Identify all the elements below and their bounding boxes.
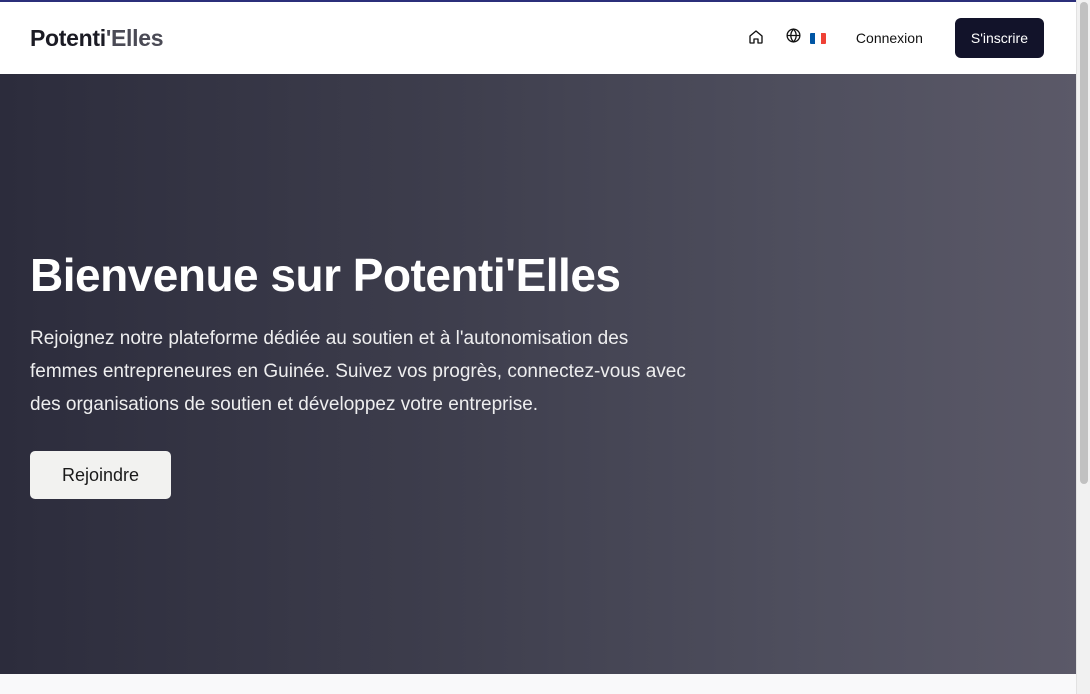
france-flag-icon	[809, 32, 826, 44]
language-selector[interactable]	[785, 27, 826, 49]
logo-part-2: 'Elles	[105, 24, 164, 51]
header-nav: Connexion S'inscrire	[741, 18, 1044, 58]
hero-content: Bienvenue sur Potenti'Elles Rejoignez no…	[30, 248, 690, 499]
next-section-edge	[0, 674, 1076, 694]
globe-icon	[785, 27, 802, 49]
site-logo[interactable]: Potenti'Elles	[30, 24, 164, 52]
scrollbar-thumb[interactable]	[1080, 2, 1088, 484]
hero-title: Bienvenue sur Potenti'Elles	[30, 249, 621, 301]
home-button[interactable]	[741, 23, 771, 53]
site-header: Potenti'Elles Connexion S'inscrire	[0, 2, 1076, 74]
login-button[interactable]: Connexion	[856, 30, 923, 46]
home-icon	[748, 29, 764, 48]
hero-section: Bienvenue sur Potenti'Elles Rejoignez no…	[0, 74, 1076, 674]
page-viewport: Potenti'Elles Connexion S'inscrire Bienv…	[0, 0, 1076, 694]
hero-description: Rejoignez notre plateforme dédiée au sou…	[30, 328, 686, 415]
join-button[interactable]: Rejoindre	[30, 451, 171, 499]
page-scrollbar[interactable]	[1076, 0, 1090, 694]
signup-button[interactable]: S'inscrire	[954, 18, 1044, 58]
logo-part-1: Potenti	[30, 24, 106, 51]
